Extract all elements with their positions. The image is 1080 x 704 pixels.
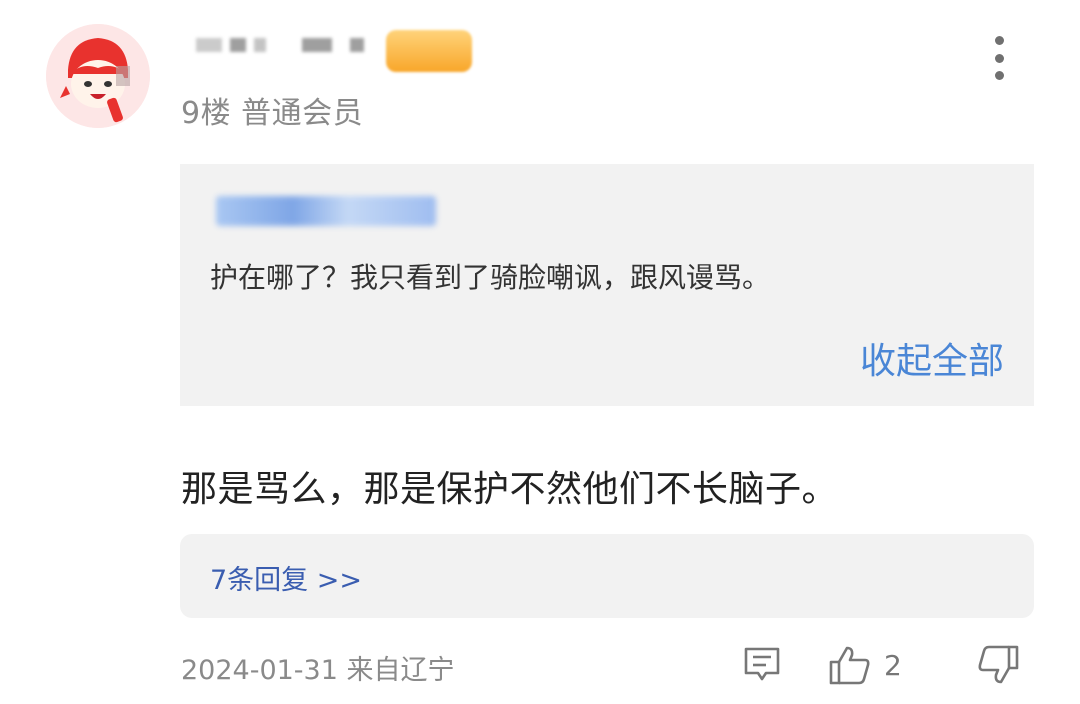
thumbs-down-icon — [978, 645, 1019, 684]
more-menu-button[interactable] — [987, 36, 1011, 80]
like-count: 2 — [884, 648, 902, 682]
comment-icon — [744, 647, 780, 681]
replies-box[interactable]: 7条回复 >> — [180, 534, 1034, 618]
avatar[interactable] — [46, 24, 150, 128]
replies-link[interactable]: 7条回复 >> — [210, 558, 362, 597]
floor-info: 9楼 普通会员 — [181, 96, 364, 131]
like-button[interactable]: 2 — [828, 644, 902, 686]
collapse-all-button[interactable]: 收起全部 — [860, 332, 1004, 384]
level-badge — [386, 30, 472, 72]
quoted-text: 护在哪了？我只看到了骑脸嘲讽，跟风谩骂。 — [210, 261, 771, 294]
dislike-button[interactable] — [976, 644, 1020, 686]
username-redacted[interactable] — [196, 38, 364, 52]
quoted-username-redacted[interactable] — [216, 196, 436, 226]
comment-content: 那是骂么，那是保护不然他们不长脑子。 — [181, 469, 839, 510]
comment-button[interactable] — [742, 644, 782, 684]
thumbs-up-icon — [829, 646, 870, 685]
more-vertical-icon — [994, 36, 1004, 45]
avatar-cartoon-icon — [46, 24, 150, 128]
quoted-reply-box: 护在哪了？我只看到了骑脸嘲讽，跟风谩骂。 收起全部 — [180, 164, 1034, 406]
post-meta: 2024-01-31 来自辽宁 — [181, 655, 455, 686]
